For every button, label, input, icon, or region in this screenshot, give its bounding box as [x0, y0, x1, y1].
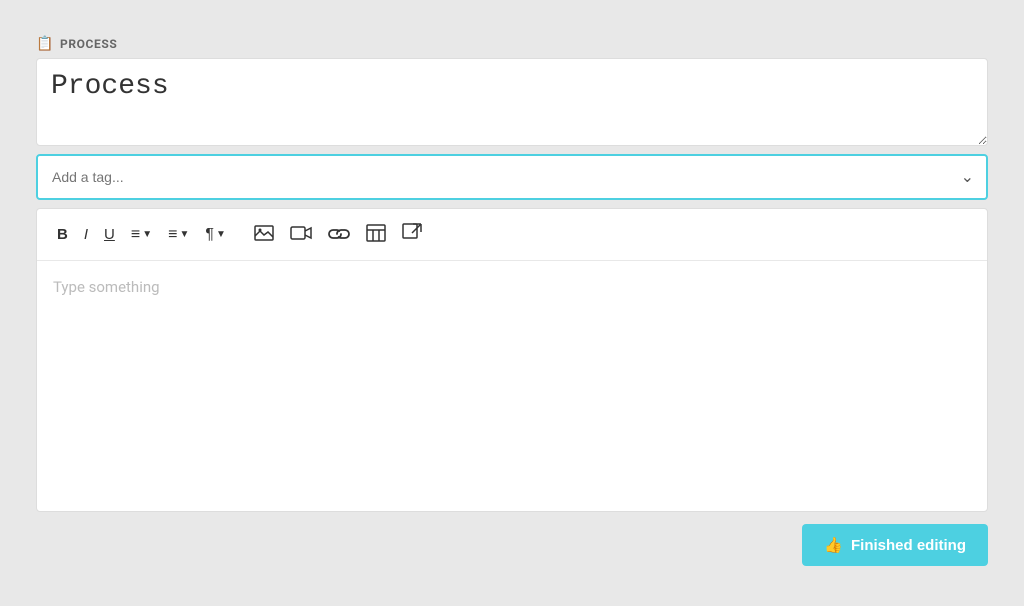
- italic-button[interactable]: I: [78, 223, 94, 246]
- footer: 👍 Finished editing: [36, 512, 988, 566]
- bold-icon: B: [57, 227, 68, 242]
- finished-editing-button[interactable]: 👍 Finished editing: [802, 524, 988, 566]
- link-button[interactable]: [322, 222, 356, 248]
- editor-container: B I U ≡ ▼ ≡ ▼ ¶ ▼: [36, 208, 988, 512]
- section-label: 📋 PROCESS: [36, 36, 988, 52]
- editor-placeholder: Type something: [53, 278, 160, 296]
- thumbs-up-icon: 👍: [824, 536, 843, 554]
- ordered-list-button[interactable]: ≡ ▼: [125, 223, 158, 247]
- paragraph-chevron: ▼: [216, 230, 226, 240]
- unordered-list-button[interactable]: ≡ ▼: [162, 223, 195, 247]
- unordered-list-chevron: ▼: [179, 230, 189, 240]
- tag-dropdown-button[interactable]: ⌄: [949, 157, 986, 197]
- embed-button[interactable]: [396, 219, 428, 250]
- page-wrapper: 📋 PROCESS ⌄ B I U ≡ ▼: [20, 20, 1004, 582]
- tag-input-wrapper: ⌄: [36, 154, 988, 200]
- video-button[interactable]: [284, 221, 318, 248]
- image-icon: [254, 225, 274, 244]
- paragraph-icon: ¶: [205, 227, 214, 243]
- paragraph-button[interactable]: ¶ ▼: [199, 223, 232, 247]
- unordered-list-icon: ≡: [168, 227, 177, 243]
- embed-icon: [402, 223, 422, 246]
- section-label-text: PROCESS: [60, 37, 117, 51]
- video-icon: [290, 225, 312, 244]
- toolbar: B I U ≡ ▼ ≡ ▼ ¶ ▼: [37, 209, 987, 261]
- table-button[interactable]: [360, 220, 392, 249]
- finished-editing-label: Finished editing: [851, 537, 966, 554]
- image-button[interactable]: [248, 221, 280, 248]
- editor-body[interactable]: Type something: [37, 261, 987, 511]
- underline-icon: U: [104, 227, 115, 242]
- ordered-list-icon: ≡: [131, 227, 140, 243]
- link-icon: [328, 226, 350, 244]
- underline-button[interactable]: U: [98, 223, 121, 246]
- process-icon: 📋: [36, 36, 54, 52]
- ordered-list-chevron: ▼: [142, 230, 152, 240]
- italic-icon: I: [84, 227, 88, 242]
- table-icon: [366, 224, 386, 245]
- title-input[interactable]: [36, 58, 988, 146]
- tag-input[interactable]: [38, 159, 949, 195]
- bold-button[interactable]: B: [51, 223, 74, 246]
